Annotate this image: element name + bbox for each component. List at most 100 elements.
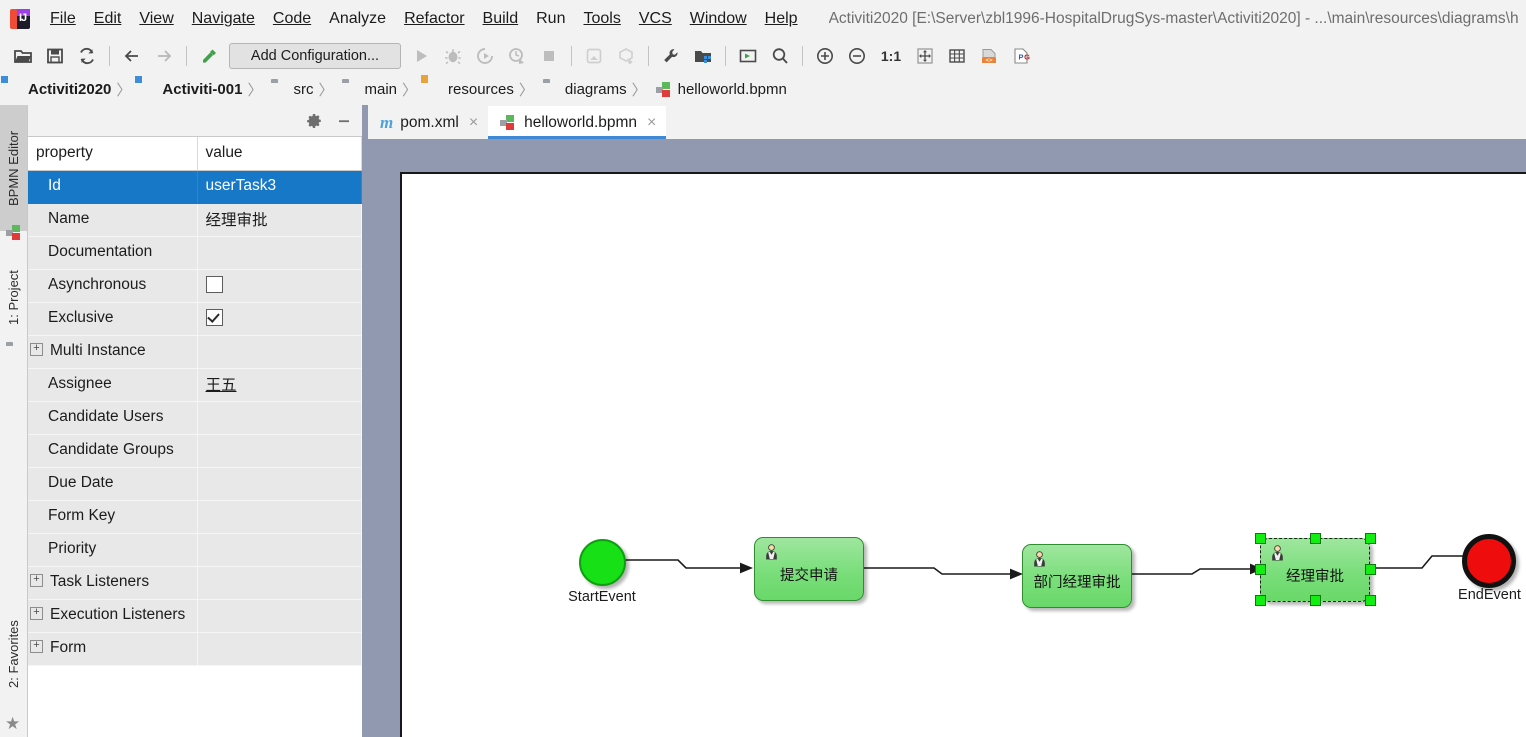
breadcrumb-item-activiti2020[interactable]: Activiti2020 [0,81,113,98]
table-row-assignee[interactable]: Assignee 王五 [28,368,362,402]
grid-icon[interactable] [944,43,970,69]
property-name: Documentation [28,236,198,270]
expand-icon[interactable]: + [30,574,43,588]
table-row-exclusive[interactable]: Exclusive [28,302,362,336]
table-row-priority[interactable]: Priority [28,533,362,567]
property-value[interactable] [197,500,362,534]
zoom-in-icon[interactable] [812,43,838,69]
property-value[interactable] [197,599,362,633]
property-value[interactable] [197,335,362,369]
tab-helloworld-bpmn[interactable]: helloworld.bpmn × [488,106,667,139]
bpmn-canvas[interactable]: StartEvent 提交申请 部门经理审批 经理审批 EndEvent [368,139,1526,737]
menu-tools[interactable]: Tools [574,7,629,31]
selection-handle-s[interactable] [1310,595,1321,606]
selection-handle-ne[interactable] [1365,533,1376,544]
close-icon[interactable]: × [469,114,478,130]
menu-code[interactable]: Code [264,7,320,31]
table-row-documentation[interactable]: Documentation [28,236,362,270]
menu-edit[interactable]: Edit [85,7,131,31]
table-row-form-key[interactable]: Form Key [28,500,362,534]
selection-handle-w[interactable] [1255,564,1266,575]
menu-help[interactable]: Help [756,7,807,31]
table-row-task-listeners[interactable]: + Task Listeners [28,566,362,600]
breadcrumb-item-main[interactable]: main [336,81,399,98]
menu-refactor[interactable]: Refactor [395,7,473,31]
property-value[interactable]: 王五 [197,368,362,402]
asynchronous-checkbox[interactable] [205,276,223,294]
open-project-icon[interactable] [10,43,36,69]
expand-icon[interactable]: + [30,607,43,621]
table-row-multi-instance[interactable]: + Multi Instance [28,335,362,369]
property-value[interactable]: 经理审批 [197,203,362,237]
bpmn-node-user-task-1[interactable]: 提交申请 [754,537,864,601]
property-value[interactable] [197,632,362,666]
search-everywhere-icon[interactable] [767,43,793,69]
bpmn-node-end-event[interactable] [1462,534,1516,588]
selection-handle-sw[interactable] [1255,595,1266,606]
menu-view[interactable]: View [130,7,182,31]
selection-handle-se[interactable] [1365,595,1376,606]
exclusive-checkbox[interactable] [205,309,223,327]
minimize-icon[interactable] [334,111,354,131]
back-arrow-icon[interactable] [119,43,145,69]
close-icon[interactable]: × [647,114,656,130]
property-value[interactable] [197,236,362,270]
table-row-asynchronous[interactable]: Asynchronous [28,269,362,303]
menu-run[interactable]: Run [527,7,574,31]
selection-handle-n[interactable] [1310,533,1321,544]
bpmn-node-user-task-2[interactable]: 部门经理审批 [1022,544,1132,608]
sync-icon[interactable] [74,43,100,69]
actual-size-icon[interactable]: 1:1 [876,43,906,69]
tab-pom-xml[interactable]: m pom.xml × [368,106,489,139]
sidebar-item-bpmn-editor[interactable]: BPMN Editor [0,105,27,231]
property-value[interactable] [197,533,362,567]
table-row-id[interactable]: Id userTask3 [28,170,362,204]
add-configuration-button[interactable]: Add Configuration... [229,43,401,69]
property-value[interactable] [197,269,362,303]
property-value[interactable] [197,302,362,336]
breadcrumb-item-diagrams[interactable]: diagrams [537,81,629,98]
gear-icon[interactable] [304,111,324,131]
export-png-icon[interactable]: PG [1008,43,1034,69]
user-icon [1272,545,1283,561]
property-value[interactable] [197,566,362,600]
sidebar-item-favorites[interactable]: 2: Favorites [0,595,27,713]
property-value[interactable] [197,434,362,468]
table-row-candidate-groups[interactable]: Candidate Groups [28,434,362,468]
bpmn-node-user-task-3[interactable]: 经理审批 [1260,538,1370,602]
expand-icon[interactable]: + [30,343,43,357]
property-value[interactable]: userTask3 [197,170,362,204]
table-row-execution-listeners[interactable]: + Execution Listeners [28,599,362,633]
table-row-candidate-users[interactable]: Candidate Users [28,401,362,435]
menu-navigate[interactable]: Navigate [183,7,264,31]
project-structure-icon[interactable] [690,43,716,69]
fit-content-icon[interactable] [912,43,938,69]
table-row-name[interactable]: Name 经理审批 [28,203,362,237]
menu-vcs[interactable]: VCS [630,7,681,31]
table-row-form[interactable]: + Form [28,632,362,666]
assignee-link[interactable]: 王五 [206,377,237,394]
breadcrumb-item-activiti-001[interactable]: Activiti-001 [134,81,244,98]
menu-analyze[interactable]: Analyze [320,7,395,31]
selection-handle-nw[interactable] [1255,533,1266,544]
bpmn-diagram-sheet[interactable]: StartEvent 提交申请 部门经理审批 经理审批 EndEvent [400,172,1526,737]
expand-icon[interactable]: + [30,640,43,654]
property-value[interactable] [197,401,362,435]
save-all-icon[interactable] [42,43,68,69]
property-value[interactable] [197,467,362,501]
table-row-due-date[interactable]: Due Date [28,467,362,501]
sidebar-item-project[interactable]: 1: Project [0,247,27,349]
bpmn-node-start-event[interactable] [579,539,626,586]
breadcrumb-item-resources[interactable]: resources [420,81,516,98]
build-hammer-icon[interactable] [196,43,222,69]
menu-build[interactable]: Build [474,7,528,31]
menu-file[interactable]: File [41,7,85,31]
breadcrumb-item-src[interactable]: src [265,81,315,98]
preview-icon[interactable] [735,43,761,69]
breadcrumb-item-helloworld-bpmn[interactable]: helloworld.bpmn [650,81,789,98]
menu-window[interactable]: Window [681,7,756,31]
zoom-out-icon[interactable] [844,43,870,69]
export-source-icon[interactable]: <> [976,43,1002,69]
selection-handle-e[interactable] [1365,564,1376,575]
settings-wrench-icon[interactable] [658,43,684,69]
